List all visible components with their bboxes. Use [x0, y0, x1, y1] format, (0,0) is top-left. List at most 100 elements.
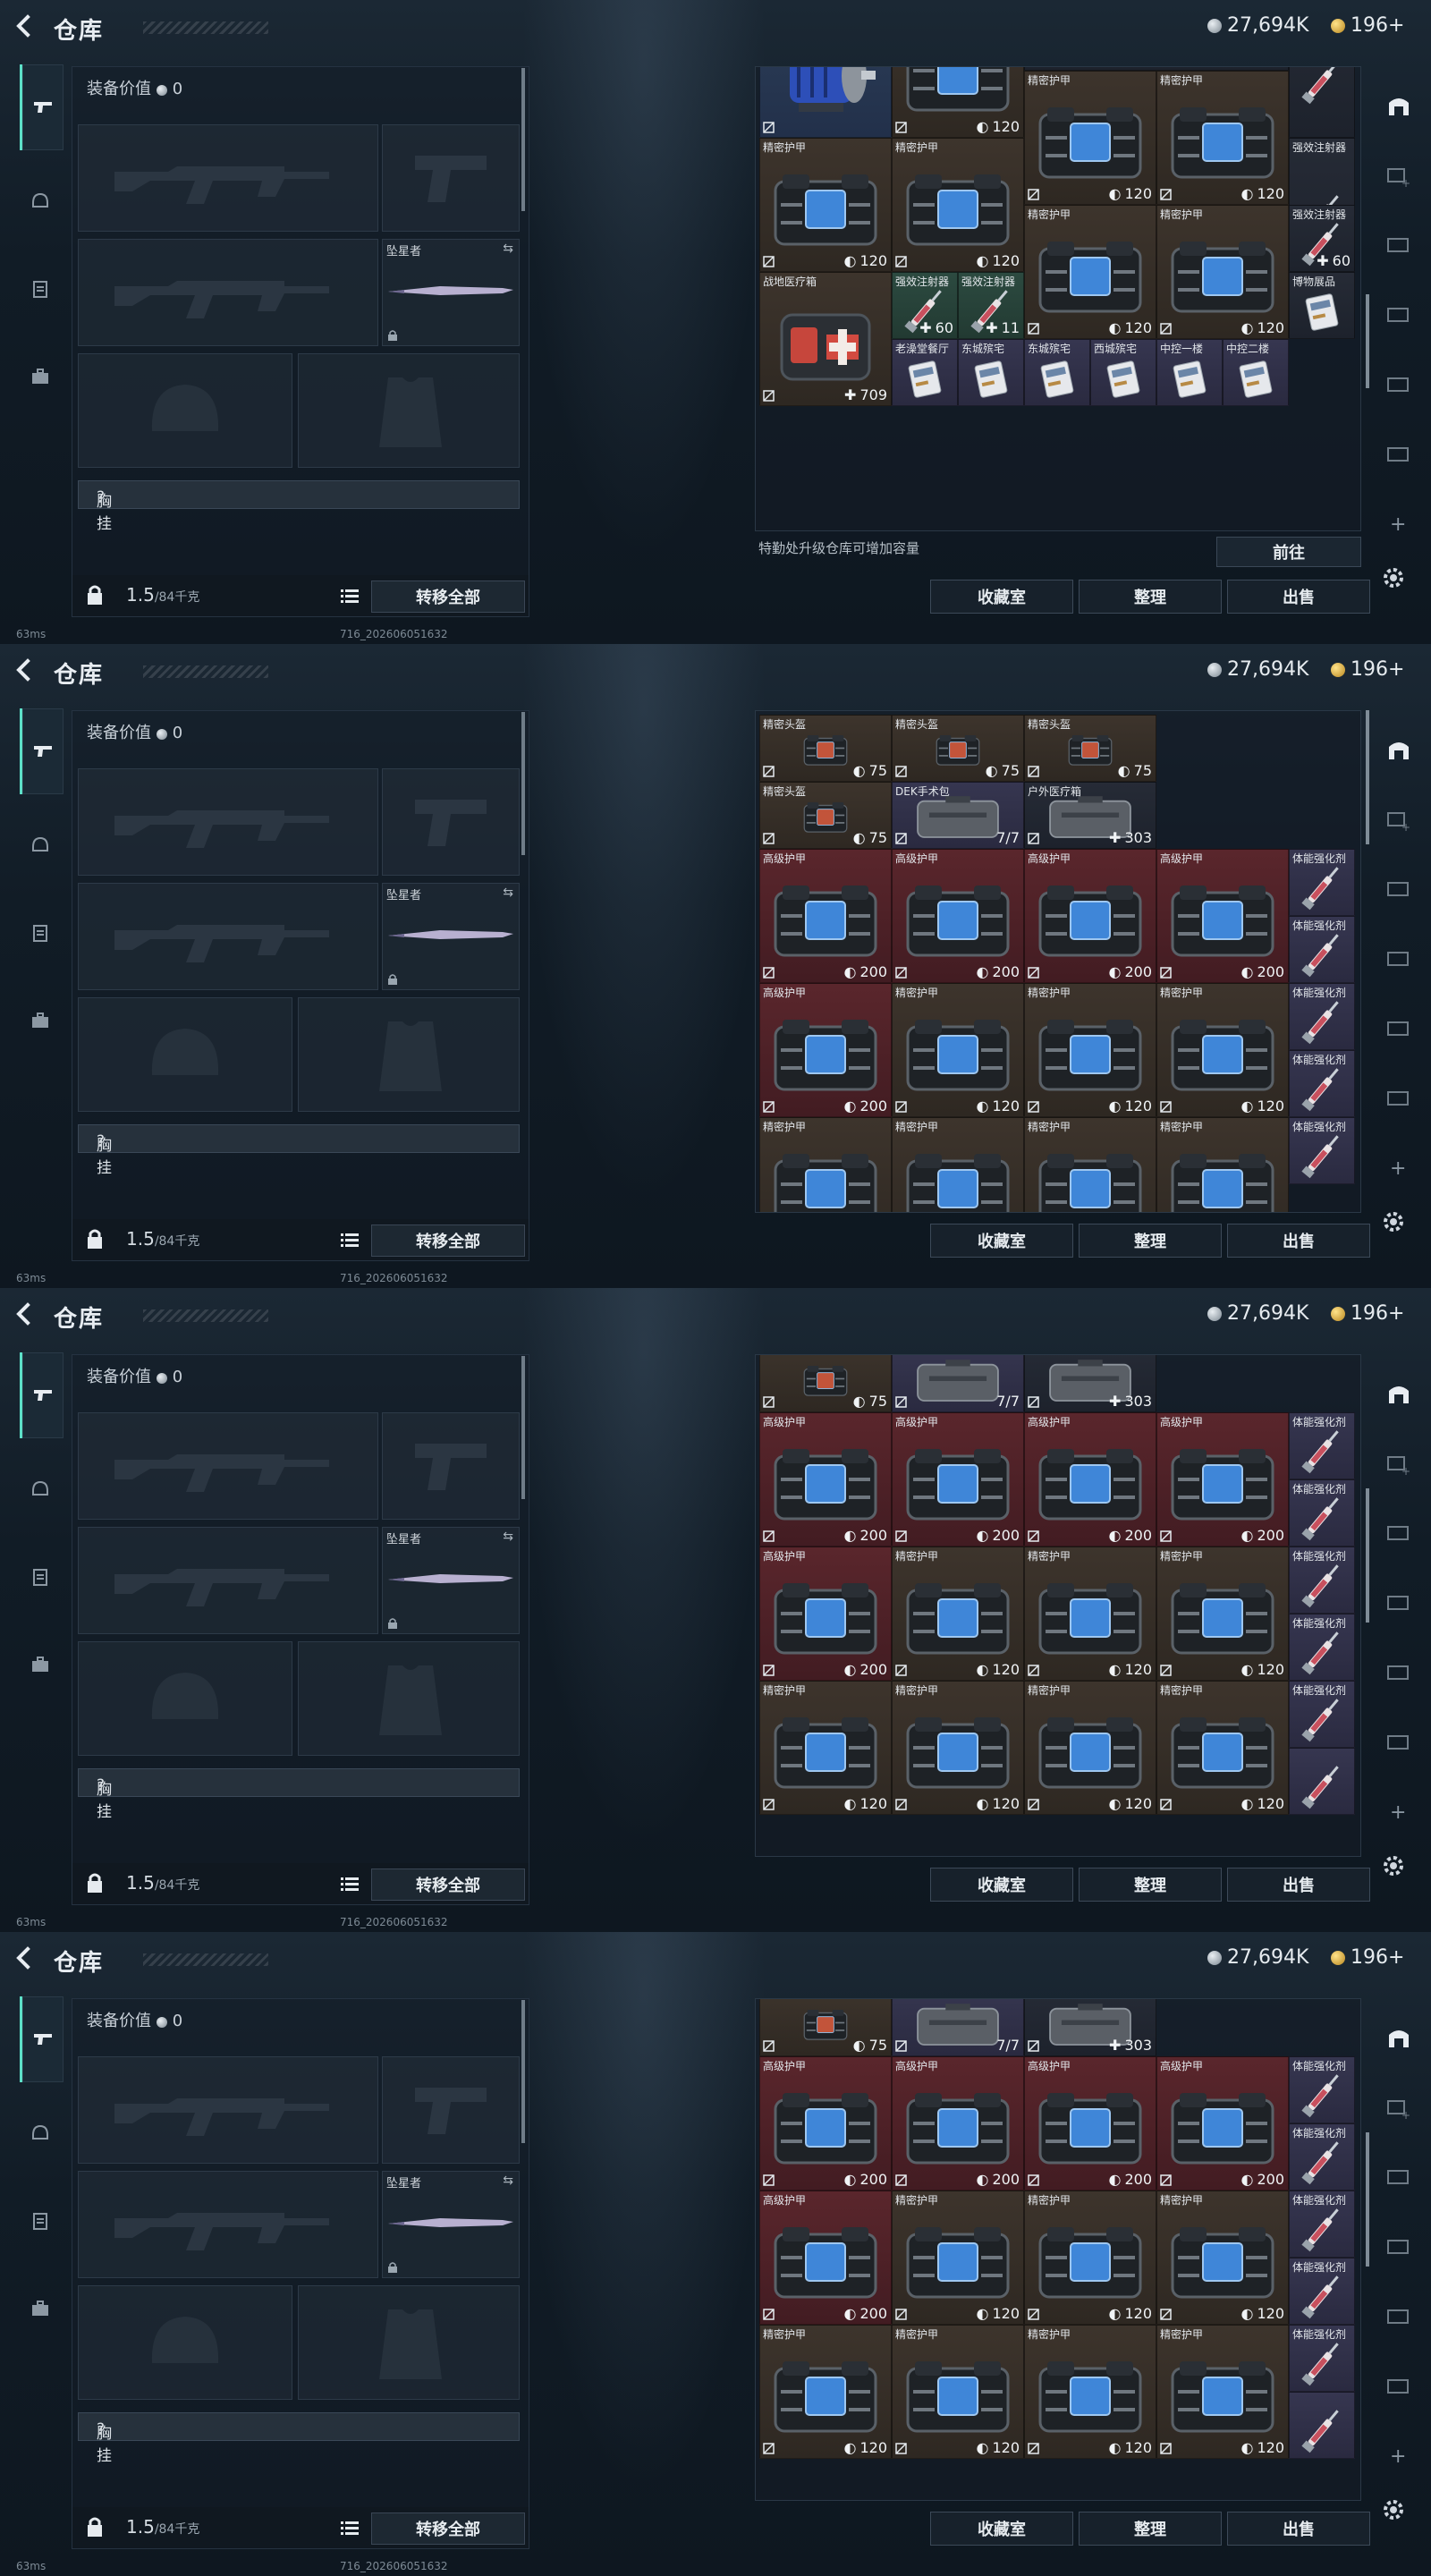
stash-item[interactable]: 精密头盔 ◐ 75 [892, 715, 1024, 782]
silver-currency[interactable]: 27,694K [1207, 14, 1308, 37]
stash-item[interactable]: 高级护甲 ◐ 200 [1024, 849, 1156, 983]
stash-scrollbar[interactable] [1366, 2132, 1369, 2267]
list-icon[interactable] [341, 1232, 359, 1248]
stash-item[interactable]: 体能强化剂 [1289, 1546, 1355, 1614]
stash-item[interactable]: 体能强化剂 [1289, 2258, 1355, 2325]
chest-rig-slot[interactable]: 胸挂 ? [78, 2412, 520, 2465]
melee-slot[interactable]: 坠星者 ⇆ [382, 239, 520, 346]
stash-item[interactable]: 高级护甲 ◐ 200 [759, 1546, 892, 1681]
stash-item[interactable]: 体能强化剂 [1289, 2325, 1355, 2392]
stash-item[interactable]: 精密护甲 [759, 1117, 892, 1212]
helmet-slot[interactable] [78, 997, 292, 1112]
help-icon[interactable]: ? [97, 488, 105, 506]
loadout-scrollbar[interactable] [521, 68, 525, 211]
stash-item[interactable]: 高级护甲 ◐ 200 [1024, 2056, 1156, 2190]
stash-item[interactable]: 精密护甲◐120 [1156, 71, 1289, 205]
stash-scrollbar[interactable] [1366, 710, 1369, 844]
tab-bag[interactable] [20, 1556, 61, 1597]
stash-item[interactable]: 体能强化剂 [1289, 1412, 1355, 1479]
stash-item[interactable]: 强效注射器 ✚ 11 [958, 272, 1024, 339]
stash-item[interactable]: 强效注射器 ✚60 [892, 272, 958, 339]
stash-item[interactable]: 精密护甲◐120 [1024, 983, 1156, 1117]
stash-tab-4[interactable] [1381, 297, 1417, 333]
collection-room-button[interactable]: 收藏室 [930, 1224, 1073, 1258]
stash-tab-5[interactable] [1381, 1011, 1417, 1046]
stash-item[interactable]: 电动马达 [759, 67, 892, 138]
melee-slot[interactable]: 坠星者 ⇆ [382, 1527, 520, 1634]
stash-tab-6[interactable] [1381, 1080, 1417, 1116]
silver-currency[interactable]: 27,694K [1207, 1946, 1308, 1969]
stash-item[interactable]: 高级护甲 ◐ 200 [1156, 2056, 1289, 2190]
stash-item[interactable]: 体能强化剂 [1289, 1050, 1355, 1117]
stash-item[interactable]: 高级护甲 ◐ 200 [759, 849, 892, 983]
sell-button[interactable]: 出售 [1227, 2512, 1370, 2546]
transfer-all-button[interactable]: 转移全部 [371, 580, 525, 613]
add-container-icon[interactable]: + [1390, 1801, 1406, 1824]
silver-currency[interactable]: 27,694K [1207, 658, 1308, 681]
collection-room-button[interactable]: 收藏室 [930, 2512, 1073, 2546]
stash-item[interactable]: 博物展品 [1289, 272, 1355, 339]
stash-tab-4[interactable] [1381, 2229, 1417, 2265]
chest-rig-slot[interactable]: 胸挂 ? [78, 480, 520, 533]
stash-item[interactable]: 体能强化剂 [1289, 983, 1355, 1050]
gold-currency[interactable]: 196+ [1331, 14, 1404, 37]
gold-currency[interactable]: 196+ [1331, 658, 1404, 681]
secondary-weapon-slot[interactable] [78, 883, 378, 990]
lock-icon[interactable] [85, 1228, 105, 1250]
primary-weapon-slot[interactable] [78, 124, 378, 232]
stash-tab-main[interactable] [1381, 732, 1417, 767]
pistol-slot[interactable] [382, 768, 520, 876]
chest-rig-slot[interactable]: 胸挂 ? [78, 1124, 520, 1177]
add-container-icon[interactable]: + [1390, 1157, 1406, 1180]
stash-tab-4[interactable] [1381, 941, 1417, 977]
helmet-slot[interactable] [78, 353, 292, 468]
stash-item[interactable]: 高级护甲 ◐ 200 [892, 1412, 1024, 1546]
stash-item[interactable]: 精密护甲◐120 [1024, 71, 1156, 205]
stash-item[interactable]: 高级护甲 ◐ 200 [759, 2190, 892, 2325]
secondary-weapon-slot[interactable] [78, 1527, 378, 1634]
stash-item[interactable]: 精密护甲◐120 [759, 2325, 892, 2459]
tab-case[interactable] [20, 1000, 61, 1041]
stash-item[interactable]: 战斗兴奋剂 [1289, 67, 1355, 138]
gold-currency[interactable]: 196+ [1331, 1946, 1404, 1969]
stash-item[interactable]: ◐ 75 [759, 1355, 892, 1412]
stash-tab-3[interactable] [1381, 871, 1417, 907]
stash-item[interactable]: 精密护甲◐120 [892, 67, 1024, 138]
pistol-slot[interactable] [382, 124, 520, 232]
stash-item[interactable]: 7/7 [892, 1999, 1024, 2056]
lock-icon[interactable] [85, 2516, 105, 2538]
goto-button[interactable]: 前往 [1216, 537, 1361, 567]
help-icon[interactable]: ? [97, 1776, 105, 1794]
stash-item[interactable]: 中控一楼 [1156, 339, 1223, 406]
transfer-all-button[interactable]: 转移全部 [371, 1868, 525, 1901]
tab-armor[interactable] [20, 2113, 61, 2154]
stash-item[interactable]: 精密护甲◐120 [892, 1546, 1024, 1681]
lock-icon[interactable] [85, 1872, 105, 1894]
stash-tab-2[interactable]: + [1381, 157, 1417, 193]
stash-item[interactable]: 精密护甲 [1156, 1117, 1289, 1212]
tab-case[interactable] [20, 2288, 61, 2329]
gear-icon[interactable] [1379, 1208, 1408, 1236]
stash-item[interactable]: 精密护甲◐120 [1156, 1681, 1289, 1815]
tab-bag[interactable] [20, 268, 61, 309]
tab-armor[interactable] [20, 181, 61, 222]
stash-item[interactable]: 高级护甲 ◐ 200 [759, 1412, 892, 1546]
stash-scrollbar[interactable] [1366, 1488, 1369, 1623]
back-chevron-icon[interactable] [13, 1946, 36, 1970]
stash-item[interactable]: 高级护甲 ◐ 200 [892, 849, 1024, 983]
swap-icon[interactable]: ⇆ [503, 886, 513, 900]
stash-item[interactable]: 体能强化剂 [1289, 2123, 1355, 2190]
stash-item[interactable]: ◐ 75 [759, 1999, 892, 2056]
stash-item[interactable]: 7/7 [892, 1355, 1024, 1412]
stash-tab-main[interactable] [1381, 2020, 1417, 2055]
stash-item[interactable]: 精密护甲◐120 [1024, 2190, 1156, 2325]
stash-item[interactable]: 体能强化剂 [1289, 1681, 1355, 1748]
tab-case[interactable] [20, 1644, 61, 1685]
stash-item[interactable] [1289, 1748, 1355, 1815]
stash-item[interactable]: 高级护甲 ◐ 200 [892, 2056, 1024, 2190]
stash-item[interactable]: 中控二楼 [1223, 339, 1289, 406]
stash-tab-6[interactable] [1381, 1724, 1417, 1760]
stash-tab-5[interactable] [1381, 2299, 1417, 2334]
stash-item[interactable]: 精密护甲◐120 [1156, 205, 1289, 339]
stash-tab-2[interactable]: + [1381, 801, 1417, 837]
